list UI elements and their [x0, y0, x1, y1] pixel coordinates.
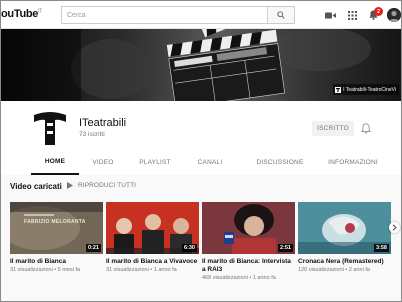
play-all-label: RIPRODUCI TUTTI [78, 182, 137, 189]
channel-tabs: HOME VIDEO PLAYLIST CANALI DISCUSSIONE I… [31, 150, 383, 175]
youtube-logo[interactable]: ouTubeIT [1, 8, 42, 20]
subscriber-count: 73 iscritti [79, 131, 105, 138]
notification-bell-icon[interactable] [361, 123, 371, 134]
logo-country: IT [38, 8, 42, 15]
video-meta: 120 visualizzazioni • 2 anni fa [298, 267, 370, 273]
video-thumbnail[interactable]: 3:58 [298, 202, 391, 254]
tab-video[interactable]: VIDEO [79, 150, 127, 175]
video-title[interactable]: Il marito di Bianca: Intervista a RAI3 [202, 258, 295, 274]
video-duration: 6:30 [181, 244, 197, 252]
video-card[interactable]: 3:58 Cronaca Nera (Remastered) 120 visua… [298, 202, 391, 274]
user-avatar-icon [387, 8, 401, 22]
shelf-title[interactable]: Video caricati [10, 182, 62, 191]
notification-badge: 2 [374, 7, 383, 16]
tab-informazioni[interactable]: INFORMAZIONI [323, 150, 383, 175]
channel-header: ITeatrabili 73 iscritti ISCRITTO HOME VI… [1, 101, 401, 175]
video-card[interactable]: FABRIZIO MELORANTA 0:21 Il marito di Bia… [10, 202, 103, 274]
shelf-next-button[interactable] [389, 222, 400, 233]
video-thumbnail[interactable]: FABRIZIO MELORANTA 0:21 [10, 202, 103, 254]
search-box [61, 6, 295, 24]
video-meta: 31 visualizzazioni • 5 mesi fa [10, 267, 81, 273]
upload-button[interactable] [324, 9, 336, 21]
video-duration: 0:21 [85, 244, 101, 252]
masthead: ouTubeIT Cerca 2 [1, 1, 401, 29]
search-button[interactable] [267, 7, 294, 23]
channel-logo-icon[interactable] [31, 109, 69, 147]
uploads-shelf: Video caricati RIPRODUCI TUTTI FABRIZIO … [1, 175, 401, 301]
thumbnail-caption: FABRIZIO MELORANTA [24, 219, 86, 225]
video-duration: 3:58 [373, 244, 389, 252]
tab-home[interactable]: HOME [31, 150, 79, 175]
tab-discussione[interactable]: DISCUSSIONE [237, 150, 323, 175]
tab-playlist[interactable]: PLAYLIST [127, 150, 183, 175]
video-meta: 468 visualizzazioni • 1 anno fa [202, 275, 276, 281]
subscribe-button[interactable]: ISCRITTO [312, 121, 354, 136]
chevron-right-icon [392, 224, 397, 231]
apps-grid-icon [347, 10, 357, 20]
video-meta: 31 visualizzazioni • 1 anno fa [106, 267, 177, 273]
video-thumbnail[interactable]: 2:51 [202, 202, 295, 254]
apps-button[interactable] [346, 9, 358, 21]
video-card[interactable]: 6:30 Il marito di Bianca a Vivavoce 31 v… [106, 202, 199, 274]
video-title[interactable]: Il marito di Bianca a Vivavoce [106, 258, 199, 266]
account-avatar[interactable] [387, 8, 401, 22]
video-title[interactable]: Cronaca Nera (Remastered) [298, 258, 391, 266]
channel-banner: I Teatrabili-TeatroCineVi [1, 29, 401, 101]
play-icon [67, 182, 73, 189]
video-title[interactable]: Il marito di Bianca [10, 258, 103, 266]
video-duration: 2:51 [277, 244, 293, 252]
search-input[interactable] [62, 7, 268, 23]
video-card[interactable]: 2:51 Il marito di Bianca: Intervista a R… [202, 202, 295, 282]
logo-text: ouTube [1, 8, 39, 20]
play-all-button[interactable]: RIPRODUCI TUTTI [67, 182, 136, 189]
banner-channel-link[interactable]: I Teatrabili-TeatroCineVi [333, 84, 399, 95]
channel-name: ITeatrabili [79, 117, 127, 129]
search-icon [277, 11, 285, 19]
banner-link-label: I Teatrabili-TeatroCineVi [343, 86, 396, 93]
video-camera-icon [324, 12, 336, 18]
channel-favicon-icon [335, 86, 342, 93]
browser-frame: ouTubeIT Cerca 2 I Teatrabili-TeatroCine… [0, 0, 402, 302]
video-thumbnail[interactable]: 6:30 [106, 202, 199, 254]
tab-canali[interactable]: CANALI [183, 150, 237, 175]
